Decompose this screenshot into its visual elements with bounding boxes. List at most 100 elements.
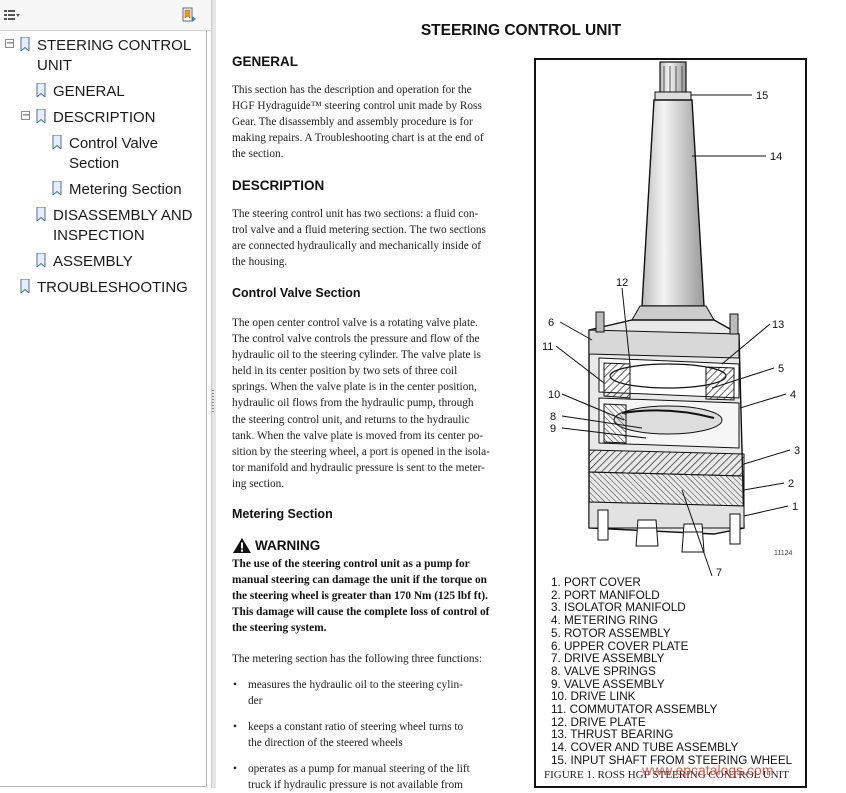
- bookmark-icon: [36, 207, 46, 221]
- text-line: held in its center position by two sets …: [232, 365, 458, 378]
- bookmark-metering-section[interactable]: Metering Section: [69, 180, 182, 200]
- bullet-item: • operates as a pump for manual steering…: [233, 761, 508, 793]
- bookmark-description[interactable]: DESCRIPTION: [53, 108, 156, 128]
- text-line: are connected hydraulically and mechanic…: [232, 240, 482, 253]
- options-menu-button[interactable]: [2, 5, 22, 25]
- bookmark-label: Metering Section: [69, 181, 182, 198]
- bookmarks-toolbar: [0, 0, 211, 31]
- callout-8: 8: [550, 411, 556, 423]
- housing: [588, 311, 745, 553]
- bookmark-label: GENERAL: [53, 83, 125, 100]
- bookmark-icon: [20, 279, 30, 293]
- section-heading-general: GENERAL: [232, 54, 299, 69]
- callout-14: 14: [770, 151, 782, 163]
- cover-tube: [631, 99, 715, 321]
- text-line: The open center control valve is a rotat…: [232, 317, 478, 329]
- bullet-item: • measures the hydraulic oil to the stee…: [233, 677, 508, 709]
- bullet-dot-icon: •: [233, 721, 237, 733]
- bookmark-icon: [20, 37, 30, 51]
- figure-code: 11124: [774, 550, 793, 557]
- section-heading-description: DESCRIPTION: [232, 178, 325, 193]
- control-valve-paragraph: The open center control valve is a rotat…: [232, 315, 506, 492]
- legend-item: 14. COVER AND TUBE ASSEMBLY: [551, 741, 739, 755]
- text-line: tor manifold and hydraulic pressure is s…: [232, 461, 485, 474]
- text-line: der: [248, 695, 263, 708]
- bookmark-general[interactable]: GENERAL: [53, 82, 125, 102]
- bullet-item: • keeps a constant ratio of steering whe…: [233, 719, 508, 751]
- list-options-icon: [4, 10, 20, 20]
- document-page: STEERING CONTROL UNIT GENERAL This secti…: [216, 0, 846, 791]
- text-line: sition by the steering wheel, a port is …: [232, 445, 490, 458]
- text-line: the section.: [232, 148, 284, 161]
- text-line: ing section.: [232, 477, 285, 490]
- text-line: the steering control unit, and returns t…: [232, 413, 470, 426]
- callout-1: 1: [792, 501, 798, 513]
- legend-item: 4. METERING RING: [551, 614, 659, 628]
- legend-item: 11. COMMUTATOR ASSEMBLY: [551, 703, 718, 717]
- text-line: hydraulic oil to the steering cylinder. …: [232, 349, 481, 362]
- collapse-toggle[interactable]: −: [21, 111, 30, 121]
- callout-12: 12: [616, 277, 628, 289]
- text-line: The control valve controls the pressure …: [232, 333, 480, 346]
- bookmark-label: STEERING CONTROL: [37, 37, 192, 54]
- bookmark-label: Control Valve: [69, 135, 158, 152]
- splitter-grip-icon[interactable]: [212, 390, 214, 412]
- page-title: STEERING CONTROL UNIT: [420, 22, 622, 39]
- input-shaft: [654, 61, 692, 101]
- bookmark-expand-icon: [182, 7, 196, 22]
- text-line: making repairs. A Troubleshooting chart …: [232, 132, 484, 145]
- bookmark-control-valve-section[interactable]: Control Valve Section: [69, 134, 158, 174]
- text-line: keeps a constant ratio of steering wheel…: [248, 721, 464, 733]
- legend-item: 8. VALVE SPRINGS: [551, 664, 656, 678]
- parts-legend: 1. PORT COVER 2. PORT MANIFOLD 3. ISOLAT…: [551, 576, 801, 768]
- text-line: the direction of the steered wheels: [248, 737, 403, 750]
- bookmarks-panel: − STEERING CONTROL UNIT GENERAL − DESCRI…: [0, 0, 212, 788]
- section-heading-metering: Metering Section: [232, 507, 333, 521]
- text-line: trol valve and a fluid metering section.…: [232, 224, 486, 237]
- bookmark-icon: [36, 109, 46, 123]
- callout-11: 11: [542, 341, 553, 353]
- bookmark-assembly[interactable]: ASSEMBLY: [53, 252, 133, 272]
- text-line: the steering system.: [232, 622, 327, 635]
- bookmark-troubleshooting[interactable]: TROUBLESHOOTING: [37, 278, 188, 298]
- legend-item: 1. PORT COVER: [551, 576, 641, 589]
- text-line: This damage will cause the complete loss…: [232, 606, 490, 619]
- text-line: the housing.: [232, 256, 288, 269]
- callout-10: 10: [548, 389, 560, 401]
- bookmark-disassembly-and-inspection[interactable]: DISASSEMBLY AND INSPECTION: [53, 206, 193, 246]
- bookmarks-tree: − STEERING CONTROL UNIT GENERAL − DESCRI…: [0, 31, 207, 787]
- callout-5: 5: [778, 363, 784, 375]
- collapse-toggle[interactable]: −: [5, 39, 14, 49]
- callout-4: 4: [790, 389, 796, 401]
- general-paragraph: This section has the description and ope…: [232, 82, 506, 162]
- description-paragraph: The steering control unit has two sectio…: [232, 206, 506, 270]
- warning-text: The use of the steering control unit as …: [232, 556, 506, 636]
- text-line: hydraulic oil flows from the hydraulic p…: [232, 397, 474, 410]
- text-line: The use of the steering control unit as …: [232, 558, 470, 570]
- bookmark-icon: [52, 181, 62, 195]
- bookmark-label: DESCRIPTION: [53, 109, 156, 126]
- callout-13: 13: [772, 319, 784, 331]
- bookmark-label: INSPECTION: [53, 227, 145, 244]
- callout-15: 15: [756, 90, 768, 102]
- bullet-dot-icon: •: [233, 679, 237, 691]
- text-line: Gear. The disassembly and assembly proce…: [232, 116, 473, 129]
- text-line: measures the hydraulic oil to the steeri…: [248, 679, 463, 691]
- bookmark-icon: [36, 83, 46, 97]
- warning-label: WARNING: [255, 538, 321, 553]
- callout-2: 2: [788, 478, 794, 490]
- bookmark-label: UNIT: [37, 57, 72, 74]
- watermark: www.epcatalogs.com: [642, 762, 774, 778]
- text-line: manual steering can damage the unit if t…: [232, 574, 487, 587]
- text-line: The steering control unit has two sectio…: [232, 208, 479, 220]
- warning-triangle-icon: [233, 538, 251, 553]
- bookmark-steering-control-unit[interactable]: STEERING CONTROL UNIT: [37, 36, 191, 76]
- legend-item: 5. ROTOR ASSEMBLY: [551, 626, 671, 640]
- text-line: HGF Hydraguide™ steering control unit ma…: [232, 100, 482, 113]
- metering-intro: The metering section has the following t…: [232, 653, 483, 665]
- text-line: truck if hydraulic pressure is not avail…: [248, 779, 463, 792]
- bookmark-label: Section: [69, 155, 120, 172]
- steering-unit-illustration: 15 14 12 13 6 11 5 4 10 8 9 3 2 1 7 1112…: [542, 61, 800, 578]
- expand-bookmark-button[interactable]: [178, 5, 200, 25]
- text-line: This section has the description and ope…: [232, 84, 472, 96]
